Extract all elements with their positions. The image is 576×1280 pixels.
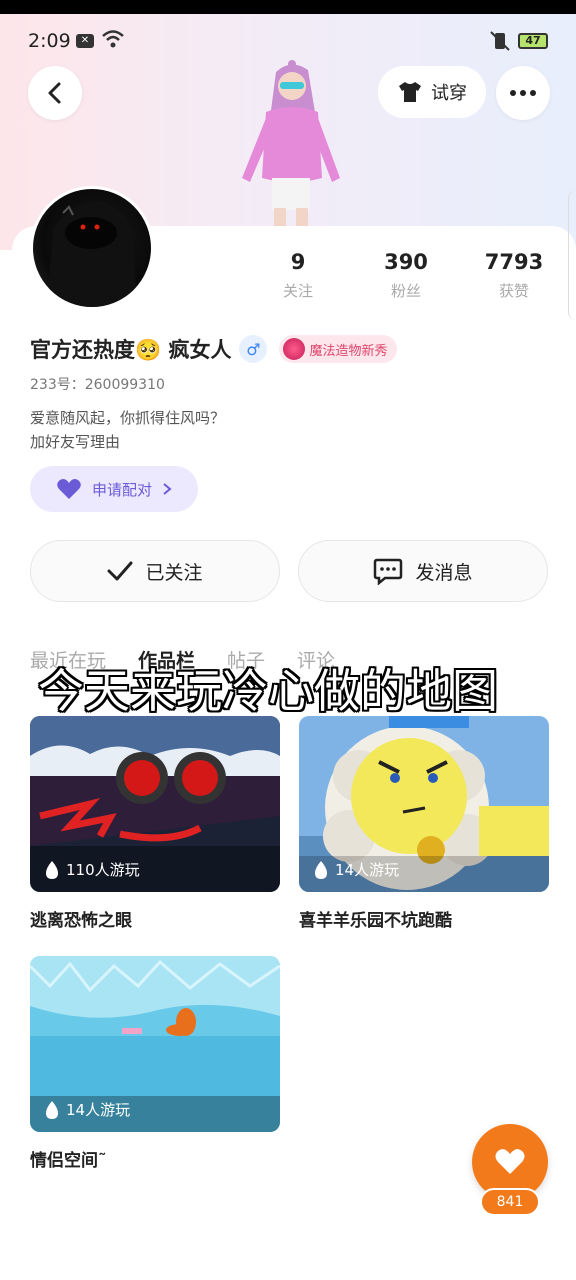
following-label: 关注 — [282, 282, 313, 300]
chat-bubble-icon — [374, 558, 403, 585]
avatar-image — [47, 200, 137, 307]
apply-pair-button[interactable]: 申请配对 — [30, 466, 198, 512]
followers-count: 390 — [384, 250, 428, 274]
notification-icon: ✕ — [76, 34, 94, 48]
creator-badge[interactable]: 魔法造物新秀 — [279, 335, 398, 363]
name-row: 官方还热度🥺 疯女人 ♂ 魔法造物新秀 — [30, 332, 398, 366]
user-avatar[interactable] — [30, 186, 154, 310]
pair-label: 申请配对 — [91, 480, 152, 499]
work-thumbnail: 110人游玩 — [30, 716, 280, 892]
user-bio: 爱意随风起，你抓得住风吗？ 加好友写理由 — [30, 406, 225, 454]
followers-label: 粉丝 — [390, 282, 421, 300]
heart-icon — [57, 479, 81, 499]
work-card[interactable]: 14人游玩 喜羊羊乐园不坑跑酷 — [299, 716, 549, 931]
following-count: 9 — [290, 250, 306, 274]
work-title: 情侣空间˜ — [30, 1151, 107, 1171]
bio-line: 加好友写理由 — [30, 433, 121, 451]
video-caption-overlay: 今天来玩冷心做的地图 — [38, 664, 498, 718]
followed-button[interactable]: 已关注 — [30, 540, 280, 602]
work-title: 逃离恐怖之眼 — [30, 911, 132, 931]
more-dots-icon — [510, 90, 536, 96]
status-bar: 2:09 ✕ 47 — [0, 24, 576, 60]
work-card[interactable]: 14人游玩 情侣空间˜ — [30, 956, 280, 1171]
work-thumbnail: 14人游玩 — [299, 716, 549, 892]
side-edge-handle — [568, 190, 576, 320]
play-count: 110人游玩 — [44, 859, 140, 880]
try-on-button[interactable]: 试穿 — [378, 66, 486, 118]
play-count-text: 14人游玩 — [335, 861, 400, 879]
message-label: 发消息 — [415, 561, 473, 584]
wifi-icon — [102, 30, 124, 48]
battery-indicator: 47 — [518, 33, 548, 49]
flame-icon — [46, 860, 58, 879]
top-black-bar — [0, 0, 576, 14]
more-options-button[interactable] — [496, 66, 550, 120]
like-count-badge: 841 — [480, 1188, 540, 1216]
bio-line: 爱意随风起，你抓得住风吗？ — [30, 409, 226, 427]
play-count: 14人游玩 — [44, 1099, 130, 1120]
gender-male-icon: ♂ — [239, 335, 268, 363]
chevron-right-icon — [163, 483, 172, 495]
character-avatar-figure — [242, 60, 340, 230]
checkmark-icon — [107, 561, 133, 581]
flame-icon — [46, 1100, 58, 1119]
heart-icon — [495, 1149, 525, 1174]
heart-badge-icon — [283, 338, 306, 360]
stat-following[interactable]: 9 关注 — [258, 250, 338, 301]
stat-likes[interactable]: 7793 获赞 — [474, 250, 554, 301]
followed-label: 已关注 — [145, 561, 203, 584]
play-count-text: 110人游玩 — [66, 861, 140, 879]
tshirt-icon — [399, 82, 421, 102]
work-title: 喜羊羊乐园不坑跑酷 — [299, 911, 452, 931]
try-on-label: 试穿 — [431, 83, 467, 104]
user-id: 233号：260099310 — [30, 377, 165, 393]
badge-label: 魔法造物新秀 — [309, 343, 388, 359]
chevron-left-icon — [48, 82, 61, 104]
play-count-text: 14人游玩 — [66, 1101, 131, 1119]
status-time: 2:09 — [28, 30, 71, 52]
back-button[interactable] — [28, 66, 82, 120]
vibrate-mute-icon — [490, 31, 510, 51]
play-count: 14人游玩 — [313, 859, 399, 880]
send-message-button[interactable]: 发消息 — [298, 540, 548, 602]
stat-followers[interactable]: 390 粉丝 — [366, 250, 446, 301]
work-thumbnail: 14人游玩 — [30, 956, 280, 1132]
work-card[interactable]: 110人游玩 逃离恐怖之眼 — [30, 716, 280, 931]
flame-icon — [315, 860, 327, 879]
user-name: 官方还热度🥺 疯女人 — [30, 338, 232, 362]
likes-count: 7793 — [484, 250, 544, 274]
profile-screen: 2:09 ✕ 47 试穿 9 关注 390 粉丝 7793 获赞 官方还热度🥺 … — [0, 0, 576, 1280]
likes-label: 获赞 — [498, 282, 529, 300]
